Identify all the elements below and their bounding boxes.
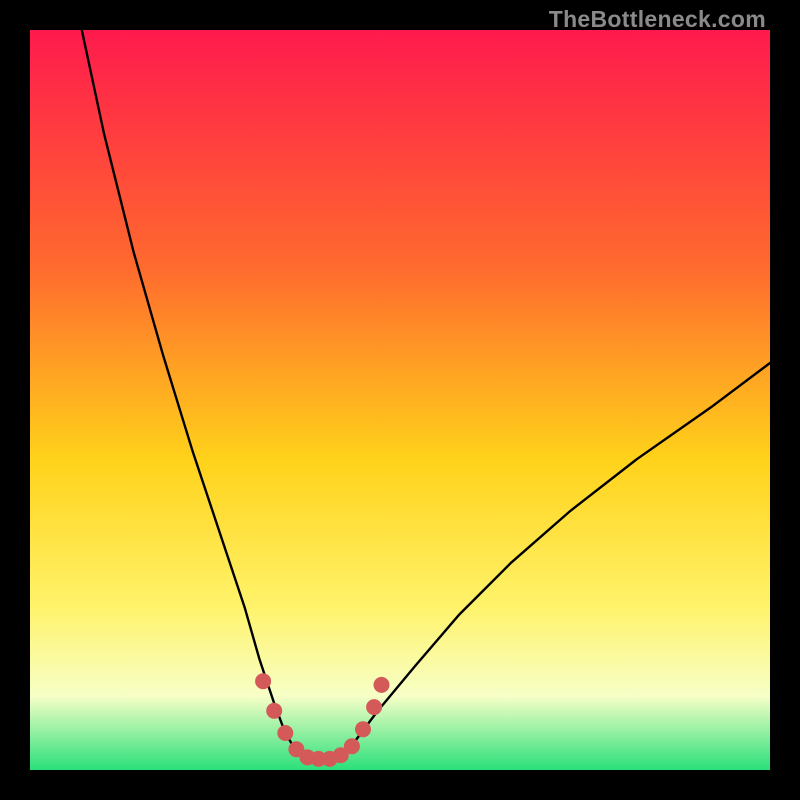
marker-dot (355, 721, 371, 737)
marker-dot (344, 738, 360, 754)
marker-dot (374, 677, 390, 693)
marker-dot (366, 699, 382, 715)
marker-dot (277, 725, 293, 741)
gradient-bg (30, 30, 770, 770)
marker-dot (255, 673, 271, 689)
watermark-text: TheBottleneck.com (549, 6, 766, 33)
marker-dot (266, 703, 282, 719)
bottleneck-plot (30, 30, 770, 770)
chart-frame (30, 30, 770, 770)
